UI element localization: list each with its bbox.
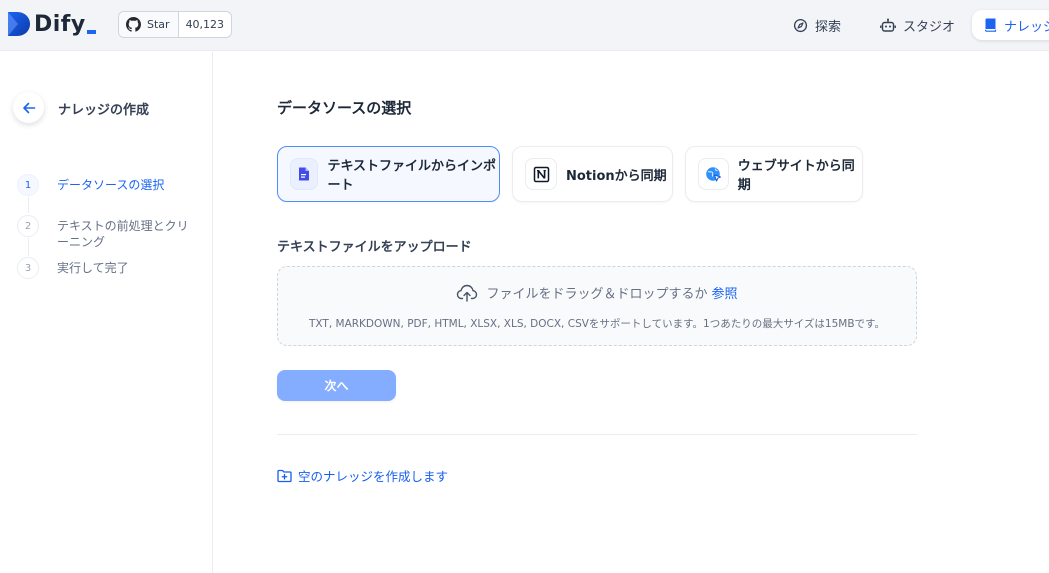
nav-knowledge[interactable]: ナレッジ [972, 10, 1049, 40]
notion-icon-wrap [525, 158, 557, 190]
website-icon-wrap [698, 158, 729, 190]
github-star-count: 40,123 [185, 18, 225, 31]
compass-icon [793, 18, 808, 32]
nav-studio-label: スタジオ [903, 19, 956, 35]
create-empty-knowledge-label: 空のナレッジを作成します [298, 469, 449, 484]
step-number: 3 [17, 257, 39, 279]
dropzone-hint: TXT, MARKDOWN, PDF, HTML, XLSX, XLS, DOC… [309, 318, 885, 330]
create-empty-knowledge-link[interactable]: 空のナレッジを作成します [277, 466, 448, 485]
step-connector [28, 238, 29, 256]
step-3: 3 実行して完了 [17, 257, 197, 279]
nav-knowledge-label: ナレッジ [1004, 19, 1049, 35]
upload-cloud-icon [457, 284, 478, 302]
step-connector [28, 197, 29, 213]
source-label: Notionから同期 [566, 168, 667, 184]
file-text-icon [299, 167, 310, 181]
source-notion[interactable]: Notionから同期 [512, 146, 673, 202]
step-number: 2 [17, 215, 39, 237]
next-button[interactable]: 次へ [277, 370, 396, 401]
step-2: 2 テキストの前処理とクリーニング [17, 215, 197, 250]
logo[interactable]: Dify [6, 10, 96, 38]
step-number: 1 [17, 174, 39, 196]
source-label: ウェブサイトから同期 [737, 159, 855, 193]
nav-explore-label: 探索 [815, 19, 842, 35]
top-bar: Dify Star 40,123 探索 スタジオ ナレッジ [0, 0, 1049, 51]
github-star-button[interactable]: Star [119, 12, 179, 37]
github-icon [126, 17, 141, 32]
upload-section-title: テキストファイルをアップロード [277, 240, 472, 255]
nav-studio[interactable]: スタジオ [880, 10, 955, 40]
steps-sidebar: ナレッジの作成 1 データソースの選択 2 テキストの前処理とクリーニング 3 … [0, 52, 213, 573]
logo-text: Dify [34, 11, 86, 37]
source-website[interactable]: ウェブサイトから同期 [685, 146, 863, 202]
step-label: データソースの選択 [57, 178, 165, 192]
github-star-label: Star [147, 18, 170, 31]
step-label: 実行して完了 [57, 261, 129, 275]
page-title: データソースの選択 [277, 99, 412, 117]
dropzone-prompt: ファイルをドラッグ＆ドロップするか [486, 287, 708, 302]
folder-plus-icon [277, 469, 292, 482]
back-button[interactable] [13, 92, 44, 123]
file-icon-wrap [290, 158, 319, 190]
sidebar-title: ナレッジの作成 [58, 103, 150, 118]
dify-logo-icon [8, 12, 30, 36]
dropzone-prompt-row: ファイルをドラッグ＆ドロップするか 参照 [278, 283, 916, 302]
arrow-left-icon [22, 102, 35, 113]
book-icon [984, 18, 997, 32]
globe-cursor-icon [706, 166, 721, 181]
github-star-badge[interactable]: Star 40,123 [118, 11, 233, 38]
step-label: テキストの前処理とクリーニング [57, 219, 189, 249]
notion-icon [533, 166, 549, 182]
browse-link[interactable]: 参照 [712, 283, 738, 302]
logo-underscore [86, 30, 96, 34]
divider [277, 434, 917, 435]
robot-icon [880, 18, 896, 32]
source-text-file[interactable]: テキストファイルからインポート [277, 146, 500, 202]
file-dropzone[interactable]: ファイルをドラッグ＆ドロップするか 参照 TXT, MARKDOWN, PDF,… [277, 266, 917, 346]
source-label: テキストファイルからインポート [327, 159, 497, 193]
nav-explore[interactable]: 探索 [793, 10, 841, 40]
step-1: 1 データソースの選択 [17, 174, 197, 196]
